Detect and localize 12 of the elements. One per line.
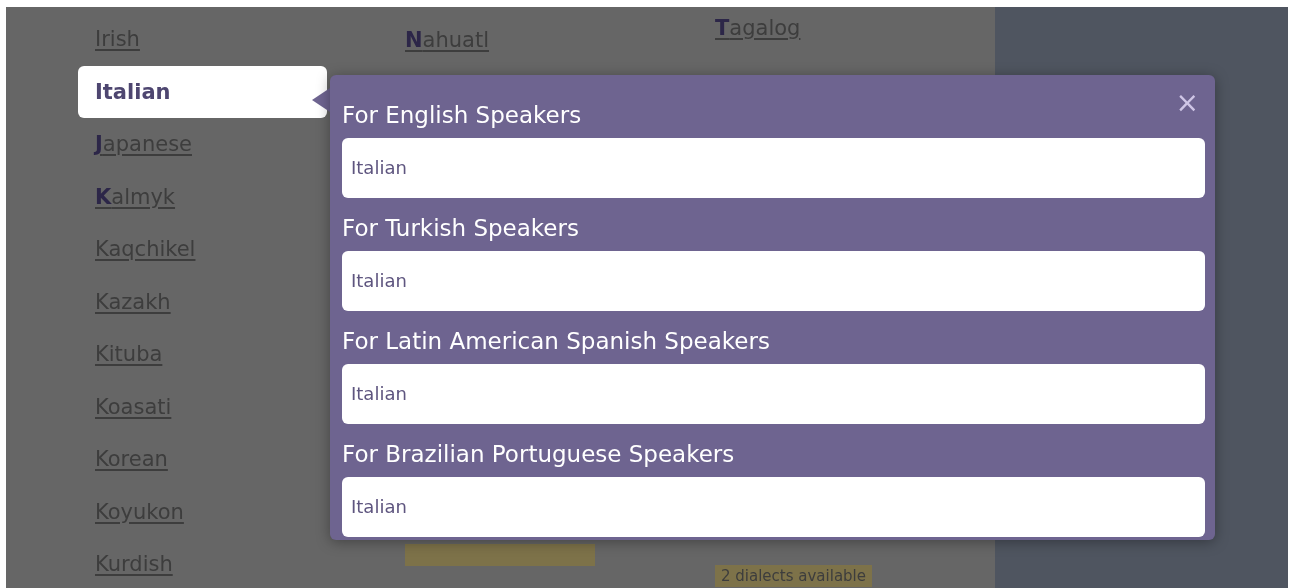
language-option[interactable]: Italian: [342, 477, 1205, 537]
section-heading: For Brazilian Portuguese Speakers: [342, 440, 735, 469]
section-heading: For Turkish Speakers: [342, 214, 579, 243]
language-link[interactable]: Italian: [78, 65, 327, 118]
section-heading: For Latin American Spanish Speakers: [342, 327, 770, 356]
language-option[interactable]: Italian: [342, 251, 1205, 311]
language-option[interactable]: Italian: [342, 138, 1205, 198]
dialect-tag: 2 dialects available: [715, 565, 872, 587]
close-button[interactable]: ×: [1171, 89, 1203, 117]
section-heading: For English Speakers: [342, 101, 582, 130]
language-link[interactable]: Tagalog: [715, 7, 801, 55]
language-option[interactable]: Italian: [342, 364, 1205, 424]
